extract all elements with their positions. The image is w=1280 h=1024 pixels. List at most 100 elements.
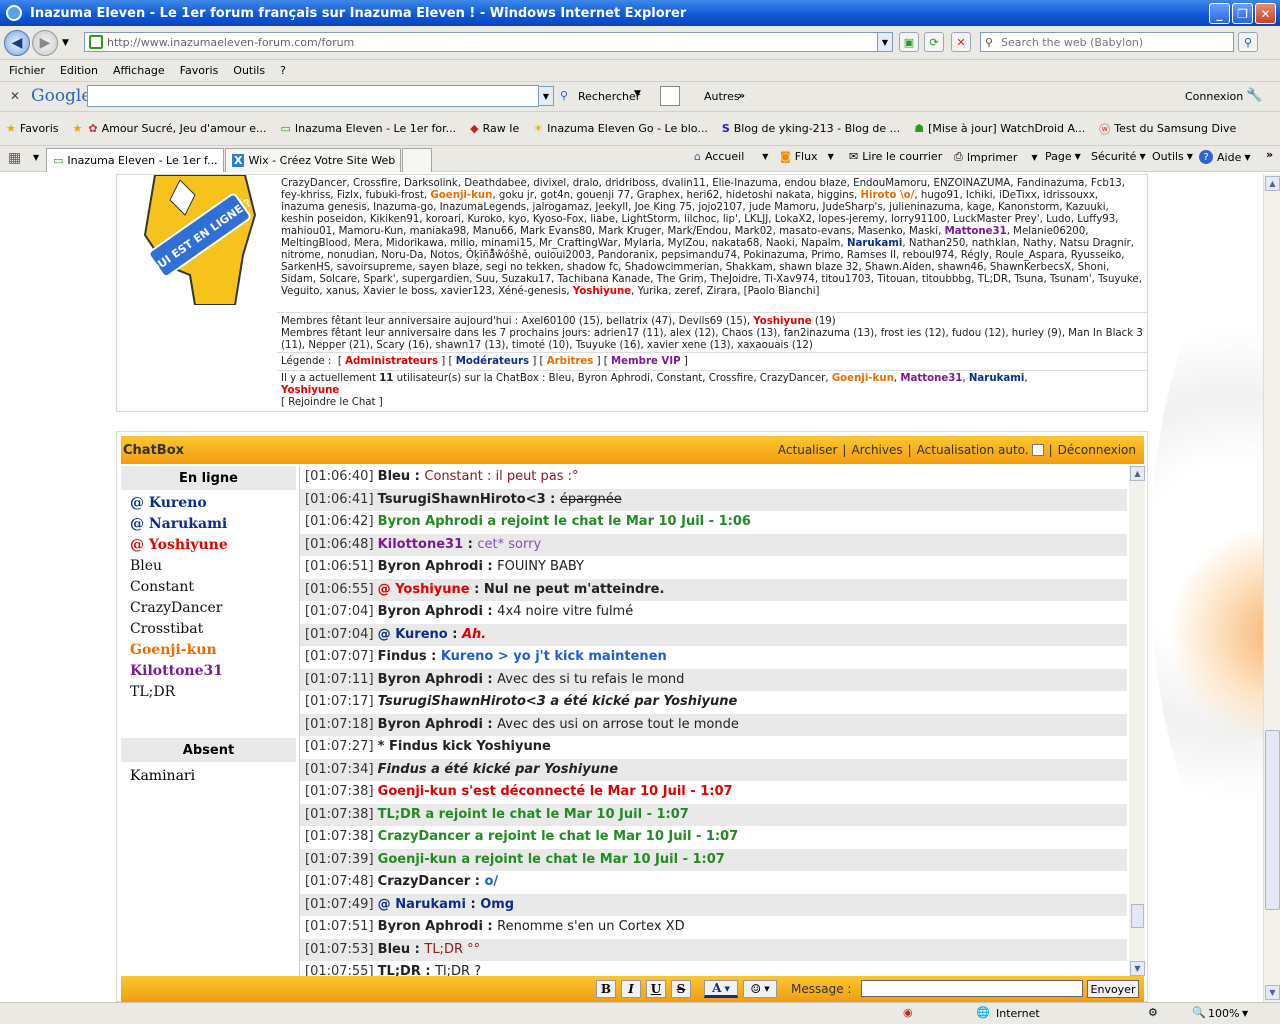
google-connexion[interactable]: Connexion [1185, 90, 1243, 103]
message-author[interactable]: Byron Aphrodi [378, 672, 483, 687]
fav-item-2[interactable]: ◆ Raw Ie [470, 122, 519, 135]
chat-absent-user[interactable]: Kaminari [121, 766, 195, 787]
close-button[interactable]: ✕ [1255, 3, 1276, 24]
chat-message: [01:07:38] CrazyDancer a rejoint le chat… [300, 826, 1127, 849]
close-toolbar-icon[interactable]: ✕ [10, 89, 20, 103]
cmd-print[interactable]: ⎙ Imprimer ▼ [954, 150, 1038, 164]
forward-button[interactable]: ▶ [32, 29, 58, 56]
chat-online-user[interactable]: CrazyDancer [121, 598, 296, 619]
message-author[interactable]: Byron Aphrodi [378, 919, 483, 934]
maximize-button[interactable]: ❐ [1232, 3, 1253, 24]
search-go-icon[interactable]: ⚲ [1238, 32, 1258, 52]
chat-online-user[interactable]: Constant [121, 577, 296, 598]
message-author[interactable]: Byron Aphrodi [378, 559, 483, 574]
cmd-security[interactable]: Sécurité ▼ [1091, 150, 1146, 163]
tab-list-icon[interactable]: ▼ [33, 153, 39, 162]
chat-scrollbar[interactable]: ▲ ▼ [1129, 466, 1145, 976]
message-author[interactable]: TsurugiShawnHiroto<3 [378, 492, 546, 507]
chat-online-user[interactable]: Bleu [121, 556, 296, 577]
menu-edition[interactable]: Edition [60, 64, 98, 77]
legend-block: Légende : [ Administrateurs ] [ Modérate… [281, 356, 688, 367]
chat-online-user[interactable]: TL;DR [121, 682, 296, 703]
cmd-tools[interactable]: Outils ▼ [1152, 150, 1193, 163]
bold-button[interactable]: B [596, 980, 616, 998]
menu-affichage[interactable]: Affichage [113, 64, 165, 77]
underline-button[interactable]: U [646, 980, 666, 998]
menu-outils[interactable]: Outils [233, 64, 265, 77]
chat-online-user[interactable]: @ Narukami [121, 514, 296, 535]
address-dropdown-icon[interactable]: ▼ [877, 32, 893, 52]
message-author[interactable]: Byron Aphrodi [378, 604, 483, 619]
compat-view-icon[interactable]: ▣ [899, 32, 919, 52]
italic-button[interactable]: I [621, 980, 641, 998]
page-scrollbar[interactable]: ▲ ▼ [1263, 174, 1280, 1002]
google-dropdown-icon[interactable]: ▼ [538, 86, 554, 106]
archives-link[interactable]: Archives [851, 443, 902, 457]
page-scroll-thumb [1265, 730, 1280, 910]
message-author[interactable]: Findus [378, 649, 427, 664]
google-search-input[interactable] [87, 85, 539, 107]
refresh-icon[interactable]: ⟳ [924, 32, 944, 52]
send-button[interactable]: Envoyer [1087, 980, 1139, 998]
minimize-button[interactable]: _ [1209, 3, 1230, 24]
refresh-link[interactable]: Actualiser [778, 443, 838, 457]
fav-item-0[interactable]: ✿ Amour Sucré, Jeu d'amour e... [88, 122, 266, 135]
chat-online-user[interactable]: Kilottone31 [121, 661, 296, 682]
chat-online-user[interactable]: Crosstibat [121, 619, 296, 640]
new-tab-button[interactable] [402, 148, 432, 172]
chat-online-user[interactable]: Goenji-kun [121, 640, 296, 661]
text-color-button[interactable]: A ▼ [704, 980, 738, 998]
join-chat-link[interactable]: [ Rejoindre le Chat ] [281, 397, 383, 408]
strike-button[interactable]: S [671, 980, 691, 998]
tab-inazuma[interactable]: ▭ Inazuma Eleven - Le 1er f... ✕ [46, 148, 224, 172]
message-author[interactable]: @ Kureno [378, 627, 448, 642]
chat-message: [01:07:04] @ Kureno : Ah. [300, 623, 1127, 646]
menu-favoris[interactable]: Favoris [180, 64, 219, 77]
favorites-button[interactable]: ★ Favoris [6, 122, 58, 135]
message-author[interactable]: Kilottone31 [378, 537, 463, 552]
cmd-page[interactable]: Page ▼ [1045, 150, 1081, 163]
message-author[interactable]: @ Narukami [378, 897, 466, 912]
chat-online-user[interactable]: @ Yoshiyune [121, 535, 296, 556]
menu-help[interactable]: ? [280, 64, 286, 77]
auto-refresh-checkbox[interactable] [1031, 444, 1044, 456]
back-button[interactable]: ◀ [4, 29, 30, 56]
smiley-icon: ☺ [750, 982, 762, 996]
google-search-button[interactable]: Rechercher [578, 90, 640, 103]
fav-item-5[interactable]: ☗ [Mise à jour] WatchDroid A... [914, 122, 1085, 135]
fav-item-1[interactable]: ▭ Inazuma Eleven - Le 1er for... [281, 122, 457, 135]
history-dropdown-icon[interactable]: ▼ [62, 38, 69, 48]
cmd-home[interactable]: ⌂ Accueil ▼ [694, 150, 768, 163]
raw-icon: ◆ [470, 122, 479, 135]
web-search-input[interactable]: ⚲ Search the web (Babylon) [980, 32, 1234, 52]
zoom-icon[interactable]: 🔍 [1192, 1006, 1206, 1019]
logout-link[interactable]: Déconnexion [1058, 443, 1136, 457]
message-author[interactable]: TL;DR [378, 964, 421, 976]
message-input[interactable] [861, 980, 1083, 997]
protected-mode-icon[interactable]: ⚙ [1148, 1006, 1158, 1019]
zoom-level[interactable]: 100% [1208, 1007, 1239, 1020]
message-author[interactable]: Bleu [378, 469, 410, 484]
google-more-button[interactable]: Autres [704, 90, 740, 103]
message-author[interactable]: @ Yoshiyune [378, 582, 470, 597]
fav-item-6[interactable]: ⓦ Test du Samsung Dive [1099, 121, 1236, 137]
fav-item-4[interactable]: S Blog de yking-213 - Blog de ... [722, 122, 900, 135]
popup-blocker-icon[interactable] [660, 86, 680, 106]
chat-online-user[interactable]: @ Kureno [121, 493, 296, 514]
message-author[interactable]: CrazyDancer [378, 874, 471, 889]
add-favorite-icon[interactable]: ★ [72, 122, 82, 135]
address-bar[interactable]: http://www.inazumaeleven-forum.com/forum [84, 32, 878, 52]
menu-fichier[interactable]: Fichier [9, 64, 45, 77]
emoji-button[interactable]: ☺ ▼ [743, 980, 777, 998]
tab-wix[interactable]: X Wix - Créez Votre Site Web ... [225, 148, 401, 172]
cmd-help[interactable]: ? Aide ▼ [1199, 150, 1251, 164]
stop-icon[interactable]: ✕ [951, 32, 971, 52]
cmd-feeds[interactable]: ◙ Flux ▼ [780, 150, 834, 163]
cmd-mail[interactable]: ✉ Lire le courrier [849, 150, 942, 163]
fav-item-3[interactable]: ☀ Inazuma Eleven Go - Le blo... [533, 122, 708, 135]
quick-tabs-icon[interactable]: ▦ [8, 150, 21, 166]
wrench-icon[interactable]: 🔧 [1246, 88, 1262, 103]
message-author[interactable]: Byron Aphrodi [378, 717, 483, 732]
message-text: Renomme s'en un Cortex XD [497, 919, 685, 934]
message-author[interactable]: Bleu [378, 942, 410, 957]
